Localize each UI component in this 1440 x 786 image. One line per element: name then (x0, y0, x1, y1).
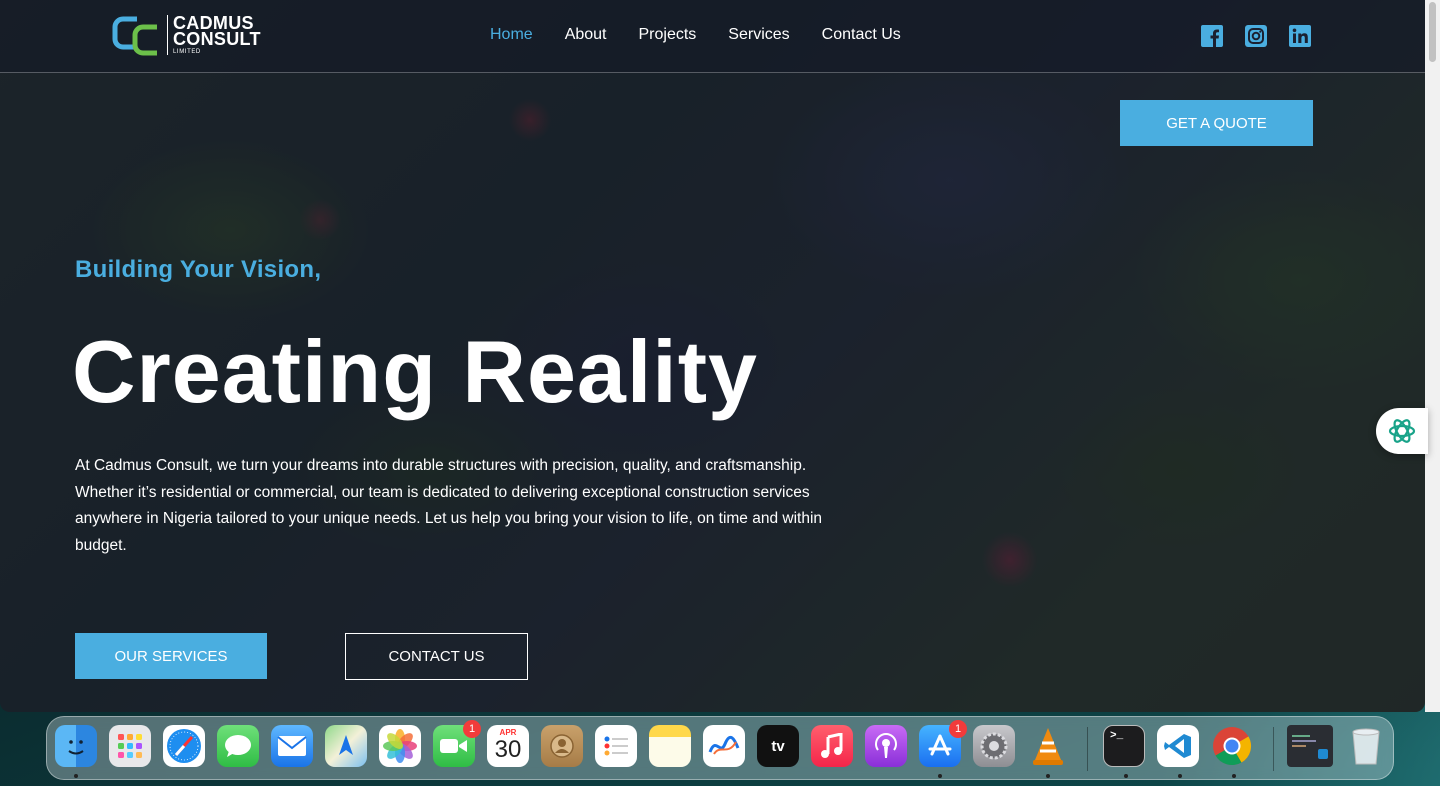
instagram-icon[interactable] (1245, 25, 1267, 47)
page-content: CADMUS CONSULT LIMITED Home About Projec… (0, 0, 1425, 712)
launchpad-icon[interactable] (109, 725, 151, 767)
desktop: CADMUS CONSULT LIMITED Home About Projec… (0, 0, 1440, 786)
nav-about[interactable]: About (565, 25, 607, 45)
calendar-day: 30 (494, 736, 522, 763)
logo-wordmark: CADMUS CONSULT LIMITED (173, 14, 261, 56)
chrome-icon[interactable] (1211, 725, 1253, 767)
site-logo[interactable]: CADMUS CONSULT LIMITED (111, 13, 261, 57)
macos-dock: 1 APR 30 tv 1 >_ (46, 716, 1394, 780)
nav-contact-us[interactable]: Contact Us (822, 25, 901, 45)
photos-icon[interactable] (379, 725, 421, 767)
ai-assistant-button[interactable] (1376, 408, 1428, 454)
app-store-icon[interactable]: 1 (919, 720, 967, 767)
vlc-icon[interactable] (1027, 725, 1069, 767)
dock-separator-2 (1273, 727, 1274, 771)
linkedin-icon[interactable] (1289, 25, 1311, 47)
hero-headline: Creating Reality (72, 322, 758, 421)
notes-icon[interactable] (649, 725, 691, 767)
our-services-button[interactable]: OUR SERVICES (75, 633, 267, 679)
facetime-icon[interactable]: 1 (433, 720, 481, 767)
nav-home[interactable]: Home (490, 25, 533, 45)
podcasts-icon[interactable] (865, 725, 907, 767)
site-header: CADMUS CONSULT LIMITED Home About Projec… (0, 0, 1425, 73)
logo-line-2: CONSULT (173, 28, 261, 49)
ai-assistant-icon (1388, 419, 1416, 443)
vscode-running-dot (1178, 774, 1182, 778)
scrollbar-thumb[interactable] (1429, 2, 1436, 62)
finder-icon[interactable] (55, 725, 97, 767)
tv-icon[interactable]: tv (757, 725, 799, 767)
logo-mark-icon (112, 16, 157, 56)
contacts-icon[interactable] (541, 725, 583, 767)
app-store-running-dot (938, 774, 942, 778)
terminal-running-dot (1124, 774, 1128, 778)
terminal-icon[interactable]: >_ (1103, 725, 1145, 767)
terminal-label: >_ (1110, 730, 1124, 742)
page-scrollbar[interactable] (1425, 0, 1440, 712)
vlc-running-dot (1046, 774, 1050, 778)
window-thumbnail-icon[interactable] (1287, 725, 1333, 767)
facetime-badge: 1 (463, 720, 481, 738)
dock-separator (1087, 727, 1088, 771)
nav-services[interactable]: Services (728, 25, 789, 45)
finder-running-dot (74, 774, 78, 778)
tv-label: tv (771, 737, 785, 755)
browser-window: CADMUS CONSULT LIMITED Home About Projec… (0, 0, 1425, 712)
facebook-icon[interactable] (1201, 25, 1223, 47)
logo-line-3: LIMITED (173, 48, 201, 55)
freeform-icon[interactable] (703, 725, 745, 767)
maps-icon[interactable] (325, 725, 367, 767)
contact-us-button[interactable]: CONTACT US (345, 633, 528, 680)
reminders-icon[interactable] (595, 725, 637, 767)
get-a-quote-button[interactable]: GET A QUOTE (1120, 100, 1313, 146)
chrome-running-dot (1232, 774, 1236, 778)
settings-icon[interactable] (973, 725, 1015, 767)
app-store-badge: 1 (949, 720, 967, 738)
trash-icon[interactable] (1345, 725, 1387, 767)
main-nav: Home About Projects Services Contact Us (490, 25, 901, 45)
mail-icon[interactable] (271, 725, 313, 767)
hero-kicker: Building Your Vision, (75, 256, 322, 283)
logo-divider (167, 15, 168, 55)
hero-description: At Cadmus Consult, we turn your dreams i… (75, 457, 823, 554)
messages-icon[interactable] (217, 725, 259, 767)
safari-icon[interactable] (163, 725, 205, 767)
music-icon[interactable] (811, 725, 853, 767)
nav-projects[interactable]: Projects (639, 25, 697, 45)
calendar-icon[interactable]: APR 30 (487, 725, 529, 767)
vscode-icon[interactable] (1157, 725, 1199, 767)
